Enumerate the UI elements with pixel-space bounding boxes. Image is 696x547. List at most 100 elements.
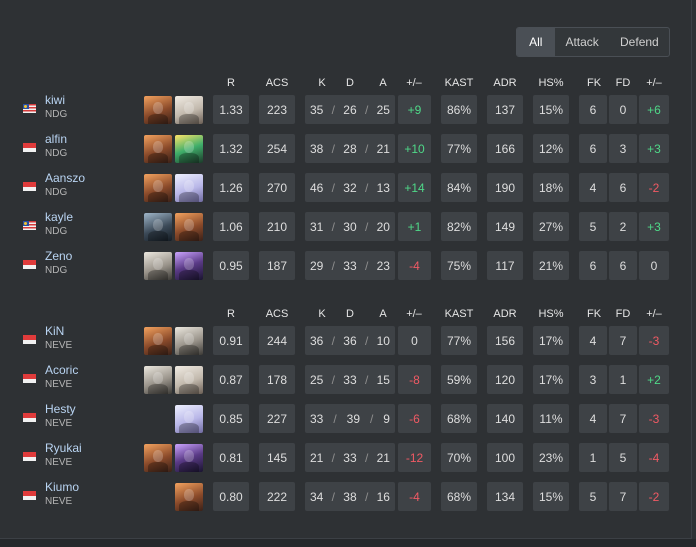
tab-all[interactable]: All: [517, 28, 555, 56]
agent-icon: [175, 483, 203, 511]
plus-minus-cell: -4: [398, 251, 431, 280]
kda-separator: /: [331, 219, 335, 234]
tab-attack[interactable]: Attack: [555, 28, 610, 56]
kast-cell: 68%: [441, 404, 477, 433]
hs-percent-cell: 15%: [533, 95, 569, 124]
player-name-link[interactable]: alfin: [45, 132, 67, 146]
agent-icon: [175, 327, 203, 355]
kast-cell: 77%: [441, 134, 477, 163]
agent-face: [184, 372, 194, 384]
column-header-first-deaths: FD: [615, 77, 631, 89]
column-header-deaths: D: [346, 77, 354, 89]
agent-body: [148, 270, 168, 280]
agent-body: [179, 153, 199, 163]
agent-icon: [175, 366, 203, 394]
agent-face: [184, 411, 194, 423]
first-deaths-cell: 7: [609, 404, 637, 433]
kda-separator: /: [364, 141, 369, 156]
assists-value: 20: [376, 219, 390, 234]
acs-cell: 222: [259, 482, 295, 511]
adr-cell: 120: [487, 365, 523, 394]
first-kills-cell: 4: [579, 404, 607, 433]
player-row: kayle NDG 1.06 210 31 / 30 / 20 +1 82% 149 27% 5 2 +3: [0, 210, 692, 242]
player-name-link[interactable]: kayle: [45, 210, 73, 224]
player-name-link[interactable]: Ryukai: [45, 441, 82, 455]
rating-cell: 1.33: [213, 95, 249, 124]
malaysia-flag-icon: [23, 221, 36, 230]
side-filter-tabs: All Attack Defend: [516, 27, 670, 57]
kda-separator: /: [331, 450, 335, 465]
agent-face: [184, 180, 194, 192]
fk-plus-minus-cell: +2: [639, 365, 669, 394]
agent-body: [179, 192, 199, 202]
hs-percent-cell: 18%: [533, 173, 569, 202]
agent-icon: [144, 213, 172, 241]
rating-cell: 0.80: [213, 482, 249, 511]
rating-cell: 1.32: [213, 134, 249, 163]
column-header-hs-percent: HS%: [538, 77, 564, 89]
column-header-rating: R: [227, 308, 235, 320]
player-name-link[interactable]: Kiumo: [45, 480, 79, 494]
player-name-link[interactable]: Hesty: [45, 402, 76, 416]
assists-value: 13: [376, 180, 390, 195]
fk-plus-minus-cell: +3: [639, 134, 669, 163]
agent-face: [153, 372, 163, 384]
hs-percent-cell: 21%: [533, 251, 569, 280]
kda-cell: 31 / 30 / 20: [305, 212, 395, 241]
agent-icon: [144, 96, 172, 124]
flag-bottom: [23, 495, 36, 500]
player-name-link[interactable]: kiwi: [45, 93, 65, 107]
column-header-kills: K: [318, 77, 326, 89]
player-row: Aanszo NDG 1.26 270 46/32/13 +14 84% 190 18% 4 6 -2: [0, 171, 692, 203]
fk-plus-minus-cell: -3: [639, 326, 669, 355]
assists-value: 15: [376, 372, 390, 387]
first-deaths-cell: 6: [609, 251, 637, 280]
agent-body: [148, 231, 168, 241]
player-name-link[interactable]: Aanszo: [45, 171, 85, 185]
agent-face: [153, 333, 163, 345]
flag-moon: [24, 222, 27, 225]
adr-cell: 117: [487, 251, 523, 280]
agent-face: [153, 450, 163, 462]
rating-cell: 1.06: [213, 212, 249, 241]
agent-face: [184, 489, 194, 501]
singapore-flag-icon: [23, 413, 36, 422]
first-deaths-cell: 6: [609, 173, 637, 202]
assists-value: 25: [376, 102, 390, 117]
hs-percent-cell: 27%: [533, 212, 569, 241]
acs-cell: 227: [259, 404, 295, 433]
column-header-kast: KAST: [444, 77, 474, 89]
agent-icon: [144, 366, 172, 394]
bottom-strip: [0, 539, 696, 547]
tab-defend[interactable]: Defend: [610, 28, 669, 56]
singapore-flag-icon: [23, 260, 36, 269]
kda-cell: 35 / 26 / 25: [305, 95, 395, 124]
deaths-value: 38: [343, 489, 357, 504]
acs-cell: 254: [259, 134, 295, 163]
kills-value: 29: [310, 258, 324, 273]
rating-cell: 1.26: [213, 173, 249, 202]
acs-cell: 244: [259, 326, 295, 355]
kast-cell: 86%: [441, 95, 477, 124]
column-header-adr: ADR: [493, 77, 517, 89]
player-name-link[interactable]: Zeno: [45, 249, 72, 263]
first-deaths-cell: 3: [609, 134, 637, 163]
first-kills-cell: 4: [579, 173, 607, 202]
acs-cell: 178: [259, 365, 295, 394]
kast-cell: 84%: [441, 173, 477, 202]
agent-body: [179, 231, 199, 241]
deaths-value: 39: [346, 411, 360, 426]
agent-face: [184, 258, 194, 270]
column-header-deaths: D: [346, 308, 354, 320]
column-header-fk-plus-minus: +/–: [646, 308, 662, 320]
player-name-link[interactable]: KiN: [45, 324, 64, 338]
kda-cell: 46 / 32 / 13: [305, 173, 395, 202]
player-name-link[interactable]: Acoric: [45, 363, 78, 377]
assists-value: 9: [383, 411, 390, 426]
flag-bottom: [23, 456, 36, 461]
player-row: kiwi NDG 1.33 223 35 / 26 / 25 +9 86% 137 15% 6 0 +6: [0, 93, 692, 125]
singapore-flag-icon: [23, 143, 36, 152]
player-team-tag: NEVE: [45, 457, 73, 468]
kda-separator: /: [331, 333, 335, 348]
kda-separator: /: [364, 102, 369, 117]
